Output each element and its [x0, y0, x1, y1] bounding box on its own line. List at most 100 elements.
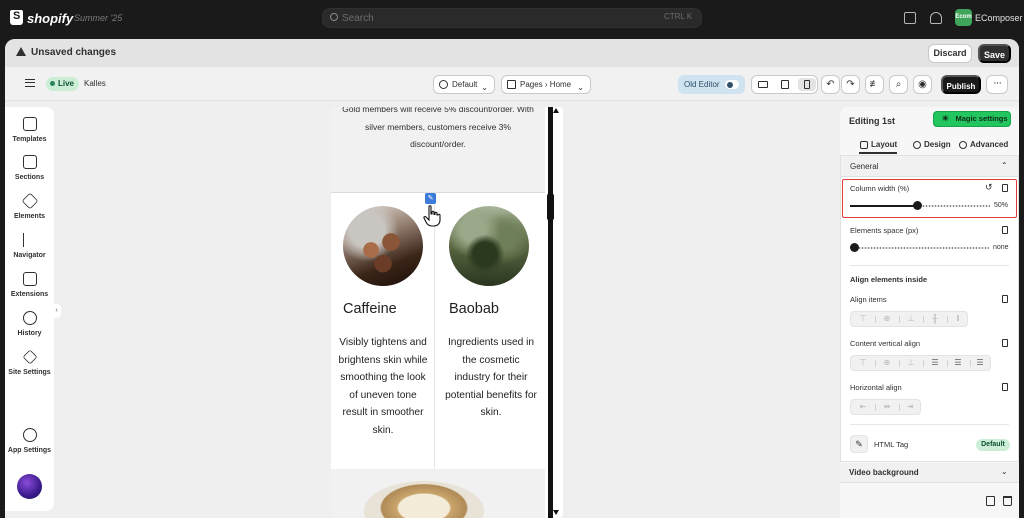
- elements-space-slider-knob[interactable]: [850, 243, 859, 252]
- align-stretch-icon[interactable]: ‖: [947, 312, 969, 326]
- sidebar-item-extensions[interactable]: Extensions: [5, 272, 54, 308]
- align-top-icon[interactable]: ⊤: [852, 312, 874, 326]
- page-select[interactable]: Pages › Home ⌄: [501, 75, 591, 94]
- tab-design[interactable]: Design: [912, 138, 951, 154]
- coffee-beans-image[interactable]: [343, 206, 423, 286]
- baobab-tree-image[interactable]: [449, 206, 529, 286]
- user-name[interactable]: EComposer: [975, 13, 1023, 23]
- column-1[interactable]: Caffeine Visibly tightens and brightens …: [331, 193, 435, 469]
- magic-settings-button[interactable]: Magic settings: [933, 111, 1011, 127]
- sidebar-item-app-settings[interactable]: App Settings: [5, 428, 54, 464]
- desktop-view-button[interactable]: [754, 78, 772, 91]
- account-avatar[interactable]: [17, 474, 42, 499]
- scroll-down-arrow[interactable]: [553, 510, 559, 515]
- canvas-scrollbar[interactable]: [545, 107, 563, 518]
- extensions-icon: [23, 272, 37, 286]
- brush-icon: [22, 349, 38, 365]
- shopify-brand[interactable]: shopify: [27, 11, 73, 26]
- mobile-icon[interactable]: [1002, 339, 1008, 347]
- halign-center-icon[interactable]: ⇹: [876, 400, 898, 414]
- theme-select[interactable]: Default ⌄: [433, 75, 495, 94]
- menu-icon[interactable]: [25, 79, 35, 87]
- valign-center-icon[interactable]: ⊕: [876, 356, 898, 370]
- scroll-track[interactable]: [548, 107, 553, 518]
- settings-button[interactable]: ≢: [865, 75, 884, 94]
- column-title[interactable]: Baobab: [449, 301, 499, 317]
- align-center-icon[interactable]: ⊕: [876, 312, 898, 326]
- shopify-logo-icon[interactable]: [10, 10, 23, 25]
- undo-button[interactable]: ↶: [821, 75, 840, 94]
- mobile-icon[interactable]: [1002, 295, 1008, 303]
- tablet-view-button[interactable]: [776, 78, 794, 91]
- redo-button[interactable]: ↷: [841, 75, 860, 94]
- elements-space-slider[interactable]: [855, 247, 989, 249]
- valign-top-icon[interactable]: ⊤: [852, 356, 874, 370]
- valign-space-between-icon[interactable]: ☰: [924, 356, 946, 370]
- next-section[interactable]: [331, 469, 545, 518]
- unsaved-changes-bar: Unsaved changes Discard Save: [5, 39, 1019, 67]
- publish-button[interactable]: Publish: [941, 75, 981, 94]
- navigator-icon: [23, 233, 37, 247]
- eye-icon: ◉: [918, 79, 927, 90]
- column-text[interactable]: Ingredients used in the cosmetic industr…: [445, 334, 537, 422]
- mobile-view-button[interactable]: [798, 78, 816, 91]
- trash-icon[interactable]: [1003, 496, 1012, 506]
- reset-icon[interactable]: ↺: [985, 182, 993, 193]
- templates-icon: [23, 117, 37, 131]
- mobile-icon[interactable]: [1002, 383, 1008, 391]
- inspect-button[interactable]: ⌕: [889, 75, 908, 94]
- pencil-icon[interactable]: ✎: [850, 435, 868, 453]
- sidebar-item-navigator[interactable]: Navigator: [5, 233, 54, 269]
- align-baseline-icon[interactable]: ╫: [924, 312, 946, 326]
- column-title[interactable]: Caffeine: [343, 301, 397, 317]
- mobile-icon: [804, 80, 810, 89]
- more-button[interactable]: ···: [986, 75, 1008, 94]
- align-bottom-icon[interactable]: ⊥: [900, 312, 922, 326]
- search-input[interactable]: Search CTRL K: [322, 8, 702, 28]
- divider: [850, 424, 1009, 425]
- store-icon[interactable]: [904, 12, 916, 24]
- search-icon: [330, 13, 338, 21]
- sections-icon: [23, 155, 37, 169]
- sidebar-item-sections[interactable]: Sections: [5, 155, 54, 191]
- preview-button[interactable]: ◉: [913, 75, 932, 94]
- duplicate-icon[interactable]: [986, 496, 995, 506]
- old-editor-toggle[interactable]: Old Editor: [678, 75, 745, 94]
- user-avatar[interactable]: Ecom: [955, 9, 972, 26]
- ingredients-row[interactable]: Caffeine Visibly tightens and brightens …: [331, 192, 546, 470]
- elements-space-value: none: [993, 244, 1009, 251]
- tab-advanced[interactable]: Advanced: [958, 138, 1008, 154]
- halign-left-icon[interactable]: ⇤: [852, 400, 874, 414]
- bell-icon[interactable]: [930, 12, 942, 24]
- video-background-section[interactable]: Video background ⌄: [840, 463, 1019, 483]
- valign-space-evenly-icon[interactable]: ☰: [970, 356, 990, 370]
- theme-select-value: Default: [452, 80, 478, 89]
- column-2[interactable]: Baobab Ingredients used in the cosmetic …: [436, 193, 545, 469]
- scroll-thumb[interactable]: [547, 193, 554, 221]
- sidebar-item-label: Sections: [14, 174, 45, 181]
- sidebar-item-history[interactable]: History: [5, 311, 54, 347]
- chevron-down-icon: ⌄: [481, 83, 488, 92]
- mobile-icon[interactable]: [1002, 226, 1008, 234]
- column-text[interactable]: Visibly tightens and brightens skin whil…: [337, 334, 429, 439]
- collapse-sidebar-handle[interactable]: ‹: [52, 304, 61, 318]
- sidebar-item-site-settings[interactable]: Site Settings: [5, 349, 54, 386]
- preview-canvas[interactable]: Gold members will receive 5% discount/or…: [331, 107, 563, 518]
- membership-section[interactable]: Gold members will receive 5% discount/or…: [331, 107, 545, 193]
- valign-space-around-icon[interactable]: ☰: [947, 356, 969, 370]
- panel-actions: [840, 488, 1019, 518]
- general-section-header[interactable]: General ⌃: [841, 156, 1018, 177]
- mobile-icon[interactable]: [1002, 184, 1008, 192]
- valign-bottom-icon[interactable]: ⊥: [900, 356, 922, 370]
- sidebar-item-label: History: [17, 330, 42, 337]
- discard-button[interactable]: Discard: [928, 44, 972, 63]
- save-button[interactable]: Save: [978, 44, 1011, 63]
- scroll-up-arrow[interactable]: [553, 108, 559, 113]
- sidebar-item-elements[interactable]: Elements: [5, 192, 54, 230]
- halign-right-icon[interactable]: ⇥: [899, 400, 921, 414]
- toggle-switch[interactable]: [725, 80, 739, 89]
- html-tag-badge[interactable]: Default: [976, 439, 1010, 451]
- pencil-icon[interactable]: ✎: [425, 193, 436, 204]
- tab-layout[interactable]: Layout: [859, 138, 898, 154]
- sidebar-item-templates[interactable]: Templates: [5, 117, 54, 153]
